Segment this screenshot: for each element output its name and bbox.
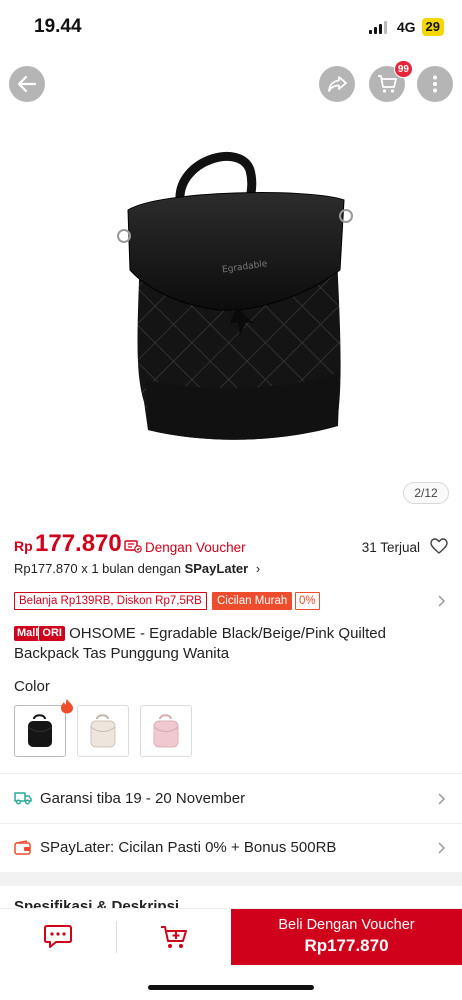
share-icon [328, 76, 347, 92]
status-right: 4G 29 [368, 18, 444, 36]
installment-badge: Cicilan Murah [212, 592, 293, 610]
paylater-text: SPayLater: Cicilan Pasti 0% + Bonus 500R… [40, 839, 337, 856]
pink-backpack-thumbnail [153, 714, 179, 748]
product-title-text: OHSOME - Egradable Black/Beige/Pink Quil… [14, 625, 386, 662]
chevron-right-icon [438, 595, 446, 607]
home-indicator [148, 985, 314, 990]
chat-button[interactable] [0, 909, 116, 965]
buy-with-voucher-button[interactable]: Beli Dengan Voucher Rp177.870 [231, 909, 462, 965]
shipping-text: Garansi tiba 19 - 20 November [40, 790, 246, 807]
spaylater-row[interactable]: Rp177.870 x 1 bulan dengan SPayLater › [14, 561, 260, 576]
shipping-row[interactable]: Garansi tiba 19 - 20 November [14, 786, 450, 812]
black-backpack-thumbnail [27, 714, 53, 747]
chevron-right-icon [438, 793, 446, 805]
swatch-beige[interactable] [77, 705, 129, 757]
chevron-right-icon: › [255, 561, 261, 576]
spaylater-text: Rp177.870 x 1 bulan dengan [14, 561, 185, 576]
chevron-right-icon [438, 842, 446, 854]
buy-button-price: Rp177.870 [304, 936, 389, 955]
product-image[interactable]: Egradable [100, 140, 370, 470]
back-button[interactable] [9, 66, 45, 102]
beige-backpack-thumbnail [90, 714, 116, 748]
flame-icon [61, 699, 73, 714]
variant-label: Color [14, 678, 50, 695]
truck-icon [14, 792, 32, 805]
voucher-icon [124, 540, 142, 553]
installment-rate-badge: 0% [295, 592, 320, 610]
status-bar: 19.44 4G 29 [0, 0, 462, 56]
status-time: 19.44 [34, 16, 82, 37]
bottom-action-bar: Beli Dengan Voucher Rp177.870 [0, 908, 462, 965]
mall-badge: Mall [14, 626, 42, 641]
section-gap [0, 872, 462, 886]
add-to-cart-icon [161, 926, 187, 948]
heart-icon[interactable] [430, 538, 448, 554]
swatch-pink[interactable] [140, 705, 192, 757]
add-to-cart-button[interactable] [117, 909, 231, 965]
more-button[interactable] [417, 66, 453, 102]
network-type: 4G [396, 19, 416, 35]
wallet-icon [14, 840, 31, 855]
share-button[interactable] [319, 66, 355, 102]
cart-button[interactable]: 99 [369, 60, 413, 102]
product-title: Mall ORI OHSOME - Egradable Black/Beige/P… [14, 624, 446, 664]
price-row: Rp 177.870 Dengan Voucher 31 Terjual [14, 530, 450, 560]
paylater-row[interactable]: SPayLater: Cicilan Pasti 0% + Bonus 500R… [14, 835, 450, 861]
ori-badge: ORI [38, 626, 65, 641]
price-amount: 177.870 [35, 530, 122, 557]
signal-icon [368, 20, 387, 34]
divider [0, 773, 462, 774]
divider [0, 823, 462, 824]
swatch-black[interactable] [14, 705, 66, 757]
more-vertical-icon [433, 75, 437, 93]
spaylater-brand: SPayLater [184, 561, 249, 576]
buy-button-label: Beli Dengan Voucher [278, 917, 415, 933]
chat-icon [44, 925, 72, 948]
cart-icon [378, 75, 397, 93]
image-counter: 2/12 [403, 482, 449, 504]
discount-badge: Belanja Rp139RB, Diskon Rp7,5RB [14, 592, 207, 610]
battery-level: 29 [421, 18, 444, 36]
arrow-left-icon [17, 75, 37, 93]
voucher-label[interactable]: Dengan Voucher [145, 540, 246, 555]
promo-row[interactable]: Belanja Rp139RB, Diskon Rp7,5RB Cicilan … [14, 592, 450, 612]
product-page: 19.44 4G 29 99 Egradable 2/12 Rp 177.870… [0, 0, 462, 1000]
price-currency: Rp [14, 538, 33, 554]
sold-count: 31 Terjual [361, 540, 420, 555]
cart-badge: 99 [393, 60, 413, 78]
